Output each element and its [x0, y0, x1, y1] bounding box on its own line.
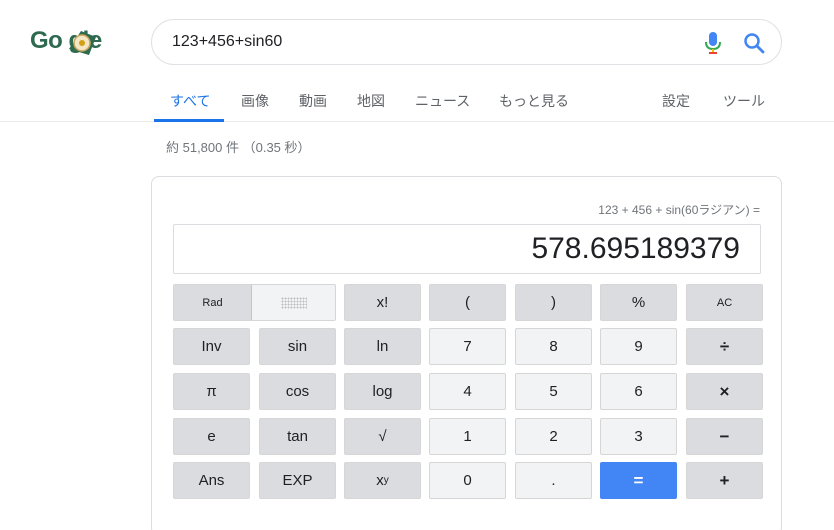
- sin-key[interactable]: sin: [259, 328, 336, 365]
- power-key[interactable]: xy: [344, 462, 421, 499]
- divide-key[interactable]: ÷: [686, 328, 763, 365]
- digit-5-key[interactable]: 5: [515, 373, 592, 410]
- search-icon[interactable]: [743, 32, 765, 54]
- multiply-key[interactable]: ×: [686, 373, 763, 410]
- log-key[interactable]: log: [344, 373, 421, 410]
- tab-news[interactable]: ニュース: [415, 91, 470, 111]
- euler-key[interactable]: e: [173, 418, 250, 455]
- search-box: [151, 19, 782, 65]
- equals-key[interactable]: =: [600, 462, 677, 499]
- plus-key[interactable]: +: [686, 462, 763, 499]
- all-clear-key[interactable]: AC: [686, 284, 763, 321]
- ln-key[interactable]: ln: [344, 328, 421, 365]
- inverse-key[interactable]: Inv: [173, 328, 250, 365]
- angle-mode-toggle: Rad: [173, 284, 336, 321]
- tab-maps[interactable]: 地図: [357, 91, 385, 111]
- digit-8-key[interactable]: 8: [515, 328, 592, 365]
- digit-2-key[interactable]: 2: [515, 418, 592, 455]
- digit-4-key[interactable]: 4: [429, 373, 506, 410]
- google-doodle-logo[interactable]: Go gle: [30, 27, 126, 61]
- tab-settings[interactable]: 設定: [662, 91, 690, 111]
- factorial-key[interactable]: x!: [344, 284, 421, 321]
- minus-key[interactable]: −: [686, 418, 763, 455]
- open-paren-key[interactable]: (: [429, 284, 506, 321]
- digit-1-key[interactable]: 1: [429, 418, 506, 455]
- result-stats: 約 51,800 件 （0.35 秒）: [166, 140, 311, 155]
- tab-more[interactable]: もっと見る: [499, 91, 569, 111]
- tab-tools[interactable]: ツール: [723, 91, 765, 111]
- deg-button[interactable]: [252, 285, 335, 320]
- digit-6-key[interactable]: 6: [600, 373, 677, 410]
- cos-key[interactable]: cos: [259, 373, 336, 410]
- close-paren-key[interactable]: ): [515, 284, 592, 321]
- tab-videos[interactable]: 動画: [299, 91, 327, 111]
- search-input[interactable]: [172, 31, 692, 53]
- digit-7-key[interactable]: 7: [429, 328, 506, 365]
- search-tabs: すべて 画像 動画 地図 ニュース もっと見る 設定 ツール: [0, 82, 834, 122]
- rad-button[interactable]: Rad: [174, 285, 252, 320]
- power-key-exponent: y: [383, 475, 389, 486]
- tan-key[interactable]: tan: [259, 418, 336, 455]
- exp-key[interactable]: EXP: [259, 462, 336, 499]
- tab-images[interactable]: 画像: [241, 91, 269, 111]
- decimal-key[interactable]: .: [515, 462, 592, 499]
- pi-key[interactable]: π: [173, 373, 250, 410]
- power-key-base: x: [376, 472, 384, 489]
- calculator-card: 123 + 456 + sin(60ラジアン) = 578.695189379 …: [151, 176, 782, 530]
- calculator-expression: 123 + 456 + sin(60ラジアン) =: [598, 203, 760, 217]
- microphone-icon[interactable]: [703, 31, 723, 55]
- digit-0-key[interactable]: 0: [429, 462, 506, 499]
- percent-key[interactable]: %: [600, 284, 677, 321]
- digit-9-key[interactable]: 9: [600, 328, 677, 365]
- active-tab-indicator: [154, 119, 224, 122]
- answer-key[interactable]: Ans: [173, 462, 250, 499]
- calculator-display: 578.695189379: [173, 224, 761, 274]
- dotted-pattern-icon: [280, 296, 307, 309]
- square-root-key[interactable]: √: [344, 418, 421, 455]
- calculator-result: 578.695189379: [531, 232, 740, 265]
- doodle-ball-icon: [69, 31, 96, 55]
- digit-3-key[interactable]: 3: [600, 418, 677, 455]
- tab-all[interactable]: すべて: [170, 91, 210, 111]
